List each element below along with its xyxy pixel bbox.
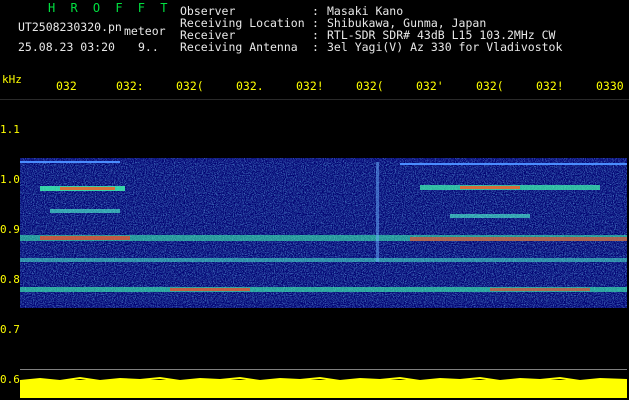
filename-label: UT2508230320.pn — [18, 20, 122, 34]
time-tick: 032( — [176, 79, 204, 93]
freq-tick: 0.8 — [0, 273, 20, 286]
echo-streak — [170, 288, 250, 291]
freq-tick: 0.9 — [0, 223, 20, 236]
time-tick: 032( — [476, 79, 504, 93]
freq-tick: 1.1 — [0, 123, 20, 136]
freq-tick: 0.7 — [0, 323, 20, 336]
spectrum-noise-texture-2 — [20, 162, 627, 302]
carrier-line — [400, 163, 627, 165]
time-tick: 032! — [536, 79, 564, 93]
echo-streak — [50, 209, 120, 213]
app-title: H R O F F T — [48, 1, 172, 15]
datetime-label: 25.08.23 03:20 — [18, 40, 115, 54]
echo-streak — [460, 186, 520, 189]
time-tick: 032! — [296, 79, 324, 93]
echo-streak — [450, 214, 530, 218]
amplitude-baseline — [20, 369, 627, 370]
meteor-count: 9.. — [138, 40, 159, 54]
echo-streak — [20, 258, 627, 262]
meteor-trace — [376, 162, 379, 262]
time-tick: 0330 — [596, 79, 624, 93]
carrier-line — [20, 161, 120, 163]
amplitude-strip — [20, 380, 627, 398]
freq-tick: 0.6 — [0, 373, 20, 386]
echo-streak — [60, 187, 115, 190]
meteor-tag: meteor — [124, 24, 166, 38]
time-tick: 032. — [236, 79, 264, 93]
time-tick: 032( — [356, 79, 384, 93]
antenna-label: Receiving Antenna — [180, 40, 298, 54]
time-tick: 032 — [56, 79, 77, 93]
freq-tick: 1.0 — [0, 173, 20, 186]
time-tick: 032: — [116, 79, 144, 93]
antenna-colon: : — [312, 40, 319, 54]
antenna-value: 3el Yagi(V) Az 330 for Vladivostok — [327, 40, 563, 54]
frequency-unit-label: kHz — [2, 73, 22, 86]
echo-streak — [40, 236, 130, 240]
echo-streak — [410, 237, 627, 241]
echo-streak — [490, 288, 590, 291]
time-tick: 032' — [416, 79, 444, 93]
spectrogram-plot — [20, 158, 627, 398]
